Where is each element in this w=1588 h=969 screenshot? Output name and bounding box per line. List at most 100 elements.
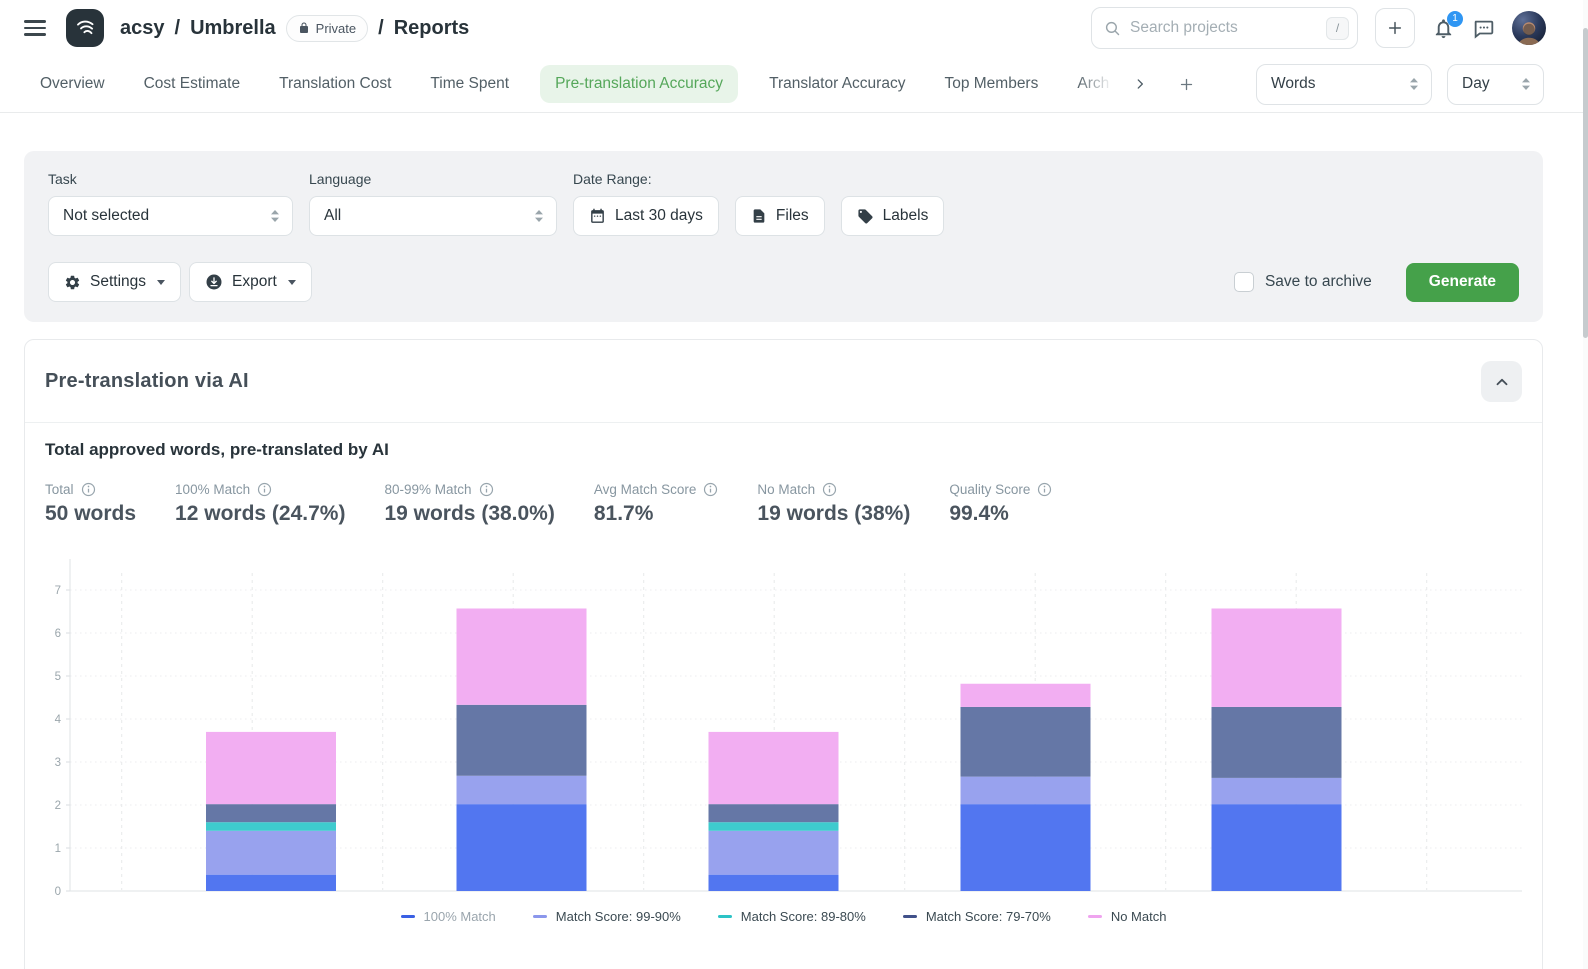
stat-total: Total 50 words <box>45 482 136 526</box>
legend-label: 100% Match <box>424 909 496 924</box>
legend-label: No Match <box>1111 909 1167 924</box>
stat-avg-match-score: Avg Match Score 81.7% <box>594 482 719 526</box>
notification-count-badge: 1 <box>1447 11 1463 27</box>
sort-arrows-icon <box>1409 77 1419 91</box>
search-icon <box>1104 20 1121 37</box>
chevron-right-icon <box>1133 77 1147 91</box>
tab-top-members[interactable]: Top Members <box>944 75 1038 93</box>
stat-label: No Match <box>757 482 815 497</box>
search-shortcut-key: / <box>1326 17 1349 40</box>
info-icon[interactable] <box>81 482 96 497</box>
language-filter: Language All <box>309 171 557 236</box>
breadcrumb-org[interactable]: acsy <box>120 17 165 40</box>
breadcrumb-project[interactable]: Umbrella <box>190 17 276 40</box>
language-filter-label: Language <box>309 171 557 187</box>
labels-filter-label: Labels <box>883 207 929 225</box>
chart-section-title: Total approved words, pre-translated by … <box>45 440 1522 460</box>
save-to-archive-label: Save to archive <box>1265 273 1372 291</box>
stat-label: 80-99% Match <box>384 482 471 497</box>
search-box[interactable]: / <box>1091 7 1358 49</box>
logo-swirl-icon <box>72 15 98 41</box>
unit-select-value: Words <box>1271 75 1316 93</box>
tabs-overflow-button[interactable] <box>1133 77 1147 91</box>
lock-icon <box>298 22 310 34</box>
task-filter-select[interactable]: Not selected <box>48 196 293 236</box>
tab-overview[interactable]: Overview <box>40 75 105 93</box>
chevron-up-icon <box>1493 373 1511 391</box>
file-icon <box>751 208 767 224</box>
report-filters-panel: Task Not selected Language All Date Rang… <box>24 151 1543 322</box>
tab-time-spent[interactable]: Time Spent <box>430 75 509 93</box>
messages-button[interactable] <box>1472 17 1495 40</box>
breadcrumb-separator: / <box>175 17 181 40</box>
tab-cost-estimate[interactable]: Cost Estimate <box>144 75 240 93</box>
legend-label: Match Score: 99-90% <box>556 909 681 924</box>
sort-arrows-icon <box>534 209 544 223</box>
info-icon[interactable] <box>1037 482 1052 497</box>
info-icon[interactable] <box>822 482 837 497</box>
svg-text:1: 1 <box>55 843 61 855</box>
legend-item[interactable]: No Match <box>1088 909 1167 924</box>
unit-select[interactable]: Words <box>1256 64 1432 105</box>
notifications-button[interactable]: 1 <box>1432 17 1455 40</box>
date-range-button[interactable]: Last 30 days <box>573 196 719 236</box>
generate-button[interactable]: Generate <box>1406 263 1519 302</box>
hamburger-menu-icon[interactable] <box>24 20 46 36</box>
period-select-value: Day <box>1462 75 1490 93</box>
date-range-value: Last 30 days <box>615 207 703 225</box>
svg-text:5: 5 <box>55 671 61 683</box>
stat-quality-score: Quality Score 99.4% <box>949 482 1052 526</box>
stat-label: Total <box>45 482 74 497</box>
chart-legend: 100% Match Match Score: 99-90% Match Score… <box>45 909 1522 924</box>
settings-dropdown-button[interactable]: Settings <box>48 262 181 302</box>
collapse-card-button[interactable] <box>1481 361 1522 402</box>
task-filter-value: Not selected <box>63 207 149 225</box>
page-scrollbar[interactable] <box>1583 0 1588 969</box>
app-logo[interactable] <box>66 9 104 47</box>
date-range-label: Date Range: <box>573 171 944 187</box>
language-filter-value: All <box>324 207 341 225</box>
stat-value: 19 words (38.0%) <box>384 502 554 526</box>
user-avatar[interactable] <box>1512 11 1546 45</box>
stat-label: 100% Match <box>175 482 250 497</box>
add-report-tab-button[interactable] <box>1179 77 1194 92</box>
tab-pre-translation-accuracy[interactable]: Pre-translation Accuracy <box>540 65 738 103</box>
privacy-badge: Private <box>286 15 368 42</box>
date-range-filter: Date Range: Last 30 days Files <box>573 171 944 236</box>
caret-down-icon <box>157 280 165 285</box>
legend-swatch <box>401 915 415 918</box>
legend-swatch <box>903 915 917 918</box>
info-icon[interactable] <box>479 482 494 497</box>
legend-item[interactable]: Match Score: 89-80% <box>718 909 866 924</box>
create-project-button[interactable] <box>1375 8 1415 48</box>
tag-icon <box>857 208 874 225</box>
pre-translation-report-card: Pre-translation via AI Total approved wo… <box>24 339 1543 969</box>
tab-archive-truncated[interactable]: Arch <box>1077 75 1115 93</box>
svg-text:4: 4 <box>55 714 62 726</box>
search-input[interactable] <box>1130 19 1317 37</box>
stat-100-match: 100% Match 12 words (24.7%) <box>175 482 345 526</box>
chat-icon <box>1472 17 1495 40</box>
tab-translation-cost[interactable]: Translation Cost <box>279 75 391 93</box>
files-filter-button[interactable]: Files <box>735 196 825 236</box>
info-icon[interactable] <box>257 482 272 497</box>
sort-arrows-icon <box>270 209 280 223</box>
legend-item[interactable]: Match Score: 79-70% <box>903 909 1051 924</box>
labels-filter-button[interactable]: Labels <box>841 196 945 236</box>
export-button-label: Export <box>232 273 277 291</box>
scrollbar-thumb[interactable] <box>1583 28 1588 338</box>
info-icon[interactable] <box>703 482 718 497</box>
stat-value: 81.7% <box>594 502 719 526</box>
legend-item[interactable]: 100% Match <box>401 909 496 924</box>
task-filter: Task Not selected <box>48 171 293 236</box>
export-dropdown-button[interactable]: Export <box>189 262 312 302</box>
tab-translator-accuracy[interactable]: Translator Accuracy <box>769 75 905 93</box>
legend-swatch <box>1088 915 1102 918</box>
privacy-badge-label: Private <box>316 21 356 36</box>
period-select[interactable]: Day <box>1447 64 1544 105</box>
settings-button-label: Settings <box>90 273 146 291</box>
legend-item[interactable]: Match Score: 99-90% <box>533 909 681 924</box>
save-to-archive-checkbox[interactable] <box>1234 272 1254 292</box>
language-filter-select[interactable]: All <box>309 196 557 236</box>
stat-label: Quality Score <box>949 482 1030 497</box>
